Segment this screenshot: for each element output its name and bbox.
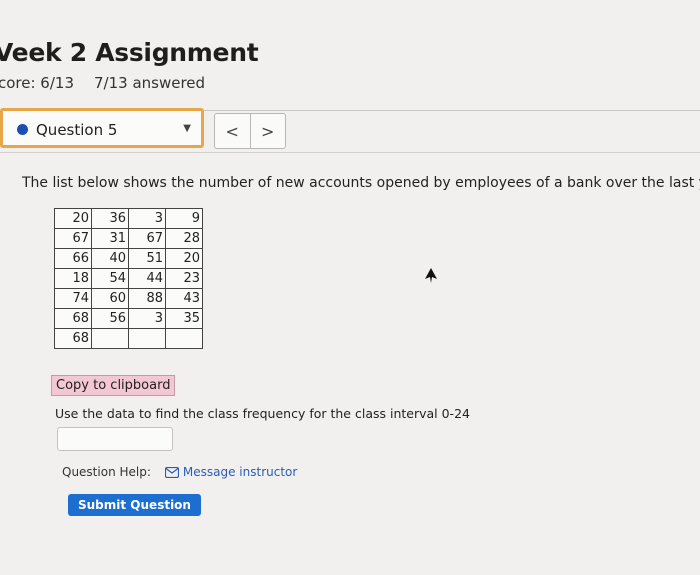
table-cell: 66: [54, 248, 92, 269]
table-cell: 20: [54, 208, 92, 229]
table-cell: 74: [54, 288, 92, 309]
table-cell: 60: [91, 288, 129, 309]
question-help-label: Question Help:: [62, 465, 151, 479]
section-divider: [0, 152, 700, 153]
table-cell: 54: [91, 268, 129, 289]
table-cell: 3: [128, 308, 166, 329]
table-cell: [128, 328, 166, 349]
table-cell: 31: [91, 228, 129, 249]
table-row: 67 31 67 28: [54, 228, 203, 249]
score-line: core: 6/13 7/13 answered: [0, 74, 205, 92]
table-row: 74 60 88 43: [54, 288, 203, 309]
question-text: The list below shows the number of new a…: [22, 175, 700, 191]
table-row: 68: [54, 328, 203, 349]
table-cell: [91, 328, 129, 349]
mouse-cursor-icon: [425, 268, 437, 283]
table-cell: 88: [128, 288, 166, 309]
answer-input[interactable]: [57, 427, 173, 451]
answered-count: 7/13 answered: [94, 74, 206, 92]
table-cell: 44: [128, 268, 166, 289]
table-row: 68 56 3 35: [54, 308, 203, 329]
table-cell: [165, 328, 203, 349]
question-help: Question Help: Message instructor: [62, 465, 297, 479]
header-divider: [200, 110, 700, 111]
table-row: 18 54 44 23: [54, 268, 203, 289]
submit-question-button[interactable]: Submit Question: [68, 494, 201, 516]
question-selector[interactable]: Question 5 ▼: [0, 108, 204, 148]
caret-down-icon: ▼: [183, 123, 191, 134]
question-status-dot: [17, 124, 28, 135]
table-cell: 36: [91, 208, 129, 229]
table-cell: 67: [128, 228, 166, 249]
mail-icon: [164, 466, 179, 478]
message-instructor-label: Message instructor: [182, 465, 298, 479]
table-cell: 28: [165, 228, 203, 249]
table-cell: 3: [128, 208, 166, 229]
page-title: Veek 2 Assignment: [0, 38, 259, 67]
question-nav: < >: [214, 113, 286, 149]
prev-question-button[interactable]: <: [215, 114, 250, 148]
table-cell: 51: [128, 248, 166, 269]
question-instruction: Use the data to find the class frequency…: [55, 406, 470, 421]
table-cell: 9: [165, 208, 203, 229]
next-question-button[interactable]: >: [249, 114, 286, 148]
table-row: 20 36 3 9: [54, 208, 203, 229]
table-cell: 23: [165, 268, 203, 289]
table-cell: 20: [165, 248, 203, 269]
table-cell: 40: [91, 248, 129, 269]
copy-to-clipboard-button[interactable]: Copy to clipboard: [51, 375, 176, 396]
score-text: core: 6/13: [0, 74, 74, 92]
table-cell: 18: [54, 268, 92, 289]
table-cell: 56: [91, 308, 129, 329]
message-instructor-link[interactable]: Message instructor: [164, 465, 298, 479]
table-cell: 68: [54, 328, 92, 349]
table-cell: 68: [54, 308, 92, 329]
data-table: 20 36 3 9 67 31 67 28 66 40 51 20 18 54 44 23 74 60 88 43 68…: [54, 208, 203, 349]
table-cell: 35: [165, 308, 203, 329]
table-cell: 43: [165, 288, 203, 309]
table-row: 66 40 51 20: [54, 248, 203, 269]
table-cell: 67: [54, 228, 92, 249]
question-selector-label: Question 5: [36, 121, 118, 139]
